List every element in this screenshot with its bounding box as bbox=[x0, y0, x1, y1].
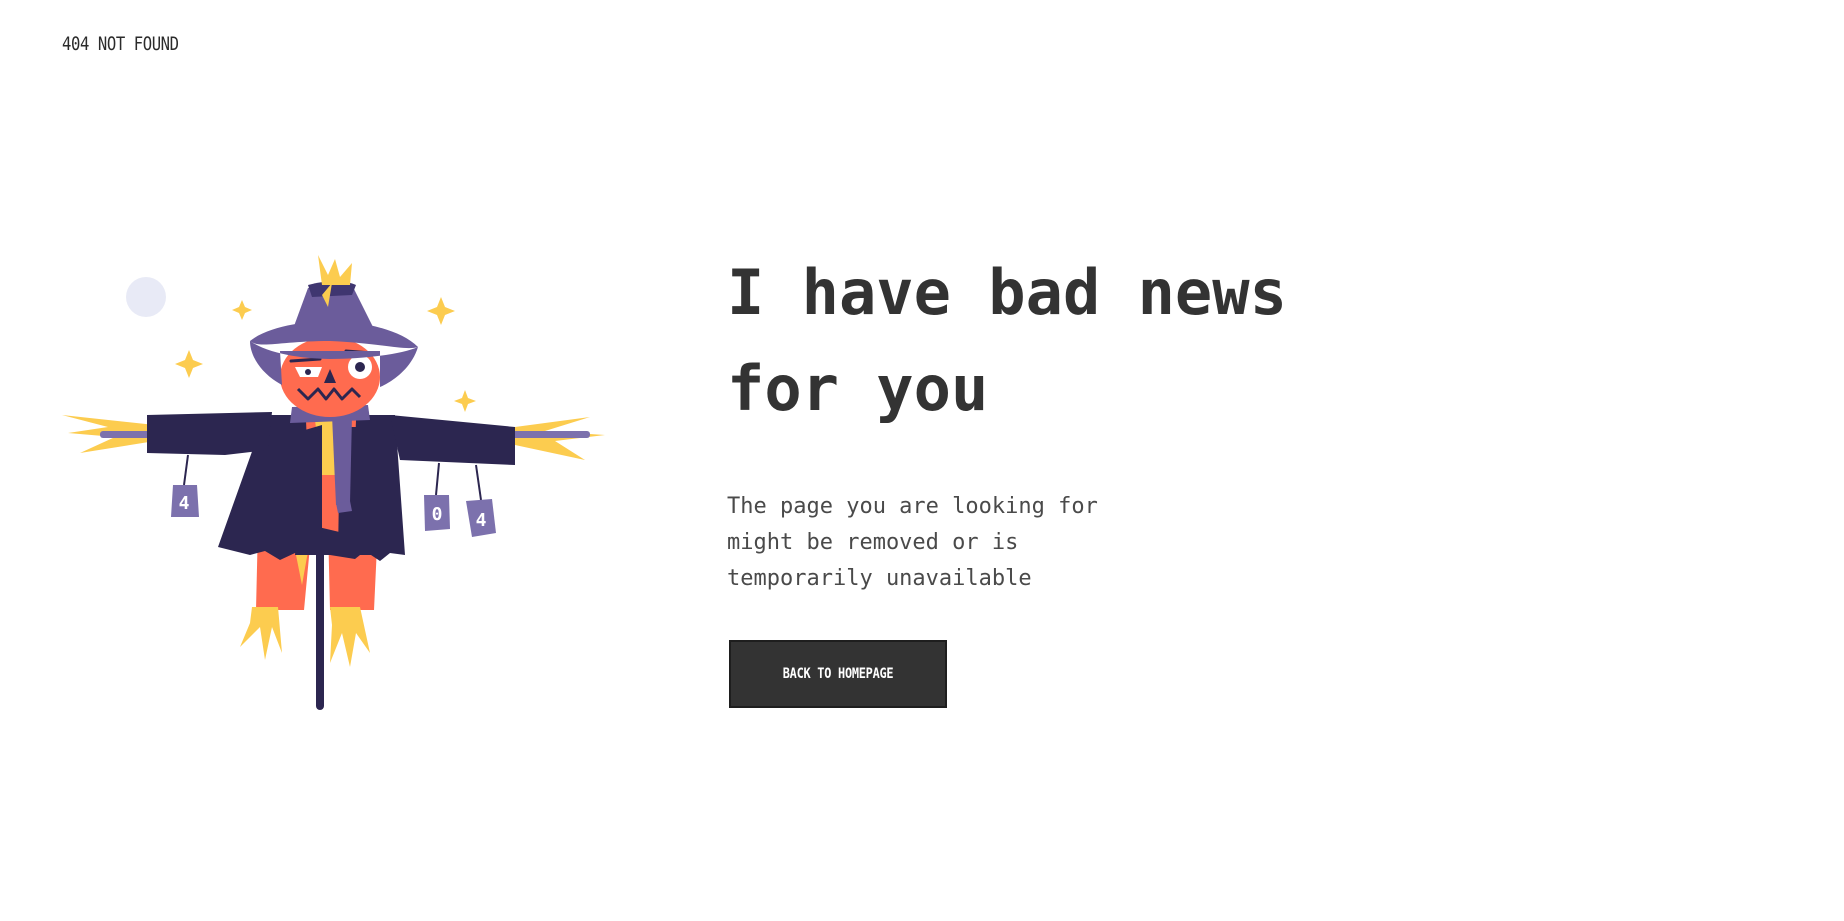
description-line-1: The page you are looking for bbox=[727, 494, 1098, 519]
moon-icon bbox=[126, 277, 166, 317]
sparkle-icon bbox=[454, 390, 476, 412]
page-title: I have bad news for you bbox=[727, 245, 1487, 437]
description-line-3: temporarily unavailable bbox=[727, 566, 1032, 591]
back-to-homepage-label: BACK TO HOMEPAGE bbox=[782, 666, 894, 682]
scarecrow-illustration: 4 0 4 bbox=[60, 255, 615, 715]
sparkle-icon bbox=[175, 350, 203, 378]
can-label: 4 bbox=[476, 510, 487, 531]
brand-logo[interactable]: 404 NOT FOUND bbox=[62, 33, 179, 55]
description-line-2: might be removed or is bbox=[727, 530, 1019, 555]
sparkle-icon bbox=[232, 300, 252, 320]
not-found-page: 404 NOT FOUND 4 0 4 I have bad news for … bbox=[0, 0, 1844, 921]
page-title-line-1: I have bad news bbox=[727, 256, 1287, 329]
can-label: 0 bbox=[432, 504, 443, 525]
sparkle-icon bbox=[427, 297, 455, 325]
error-description: The page you are looking for might be rem… bbox=[727, 489, 1127, 597]
page-title-line-2: for you bbox=[727, 352, 989, 425]
error-content: I have bad news for you The page you are … bbox=[727, 245, 1487, 597]
back-to-homepage-button[interactable]: BACK TO HOMEPAGE bbox=[729, 640, 947, 708]
can-label: 4 bbox=[179, 493, 190, 514]
